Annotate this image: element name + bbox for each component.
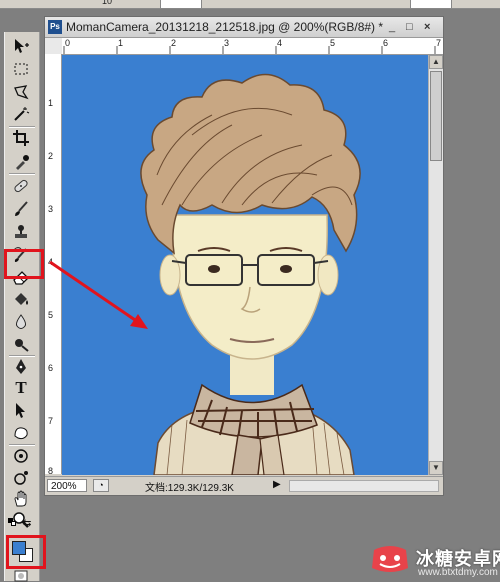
ruler-label: 2 bbox=[48, 151, 54, 161]
cartoon-portrait bbox=[140, 73, 361, 475]
horizontal-scrollbar[interactable] bbox=[289, 480, 439, 492]
color-highlight-box bbox=[6, 535, 46, 569]
options-field[interactable] bbox=[160, 0, 202, 9]
status-info-icon[interactable]: ◔ bbox=[93, 479, 109, 492]
type-tool[interactable]: T bbox=[9, 378, 33, 398]
ruler-label: 6 bbox=[383, 38, 389, 48]
horizontal-ruler[interactable]: 0 1 2 3 4 5 6 7 bbox=[62, 38, 443, 55]
ruler-label: 6 bbox=[48, 363, 54, 373]
scroll-thumb[interactable] bbox=[430, 71, 442, 161]
custom-shape-tool[interactable] bbox=[9, 423, 33, 443]
vertical-scrollbar[interactable]: ▲ ▼ bbox=[428, 55, 443, 475]
zoom-field[interactable]: 200% bbox=[47, 479, 87, 492]
lasso-icon bbox=[14, 85, 29, 100]
pen-icon bbox=[16, 359, 26, 374]
toolbox: T ⇆ bbox=[4, 32, 40, 582]
crop-icon bbox=[13, 130, 29, 146]
magic-wand-tool[interactable] bbox=[9, 104, 33, 124]
document-window: Ps MomanCamera_20131218_212518.jpg @ 200… bbox=[44, 16, 444, 496]
blur-tool[interactable] bbox=[9, 312, 33, 332]
eyedropper-3d-tool[interactable] bbox=[9, 468, 33, 488]
dodge-icon bbox=[15, 339, 29, 352]
vertical-ruler[interactable]: 1 2 3 4 5 6 7 8 bbox=[45, 54, 62, 476]
brush-tool[interactable] bbox=[9, 199, 33, 219]
crop-tool[interactable] bbox=[9, 128, 33, 148]
notes-tool[interactable] bbox=[9, 446, 33, 466]
options-value: 10 bbox=[102, 0, 113, 6]
status-bar: 200% ◔ 文档:129.3K/129.3K ▶ bbox=[45, 476, 443, 495]
document-title: MomanCamera_20131218_212518.jpg @ 200%(R… bbox=[66, 20, 384, 34]
image-canvas[interactable] bbox=[62, 55, 428, 475]
paint-bucket-tool[interactable] bbox=[9, 289, 33, 309]
options-bar: 10 bbox=[0, 0, 500, 9]
marquee-tool[interactable] bbox=[9, 59, 33, 79]
ruler-label: 5 bbox=[48, 310, 54, 320]
ruler-label: 0 bbox=[65, 38, 71, 48]
ruler-label: 4 bbox=[277, 38, 283, 48]
move-icon bbox=[15, 39, 29, 53]
ruler-label: 1 bbox=[118, 38, 124, 48]
quick-mask-icon bbox=[14, 570, 28, 582]
options-field-2[interactable] bbox=[410, 0, 452, 9]
close-button[interactable]: × bbox=[424, 21, 430, 33]
photoshop-icon: Ps bbox=[48, 20, 62, 34]
watermark-logo bbox=[372, 546, 408, 572]
scroll-down-icon[interactable]: ▼ bbox=[429, 461, 443, 475]
ruler-label: 4 bbox=[48, 257, 54, 267]
hand-icon bbox=[14, 490, 27, 507]
ruler-label: 8 bbox=[48, 466, 54, 476]
orbit-icon bbox=[14, 471, 28, 485]
path-selection-tool[interactable] bbox=[9, 400, 33, 420]
hand-tool[interactable] bbox=[9, 489, 33, 509]
ruler-label: 7 bbox=[48, 416, 54, 426]
ruler-label: 2 bbox=[171, 38, 177, 48]
ruler-origin[interactable] bbox=[45, 38, 63, 55]
eyedropper-icon bbox=[16, 155, 29, 170]
stamp-icon bbox=[15, 225, 27, 238]
rotate-3d-icon bbox=[14, 449, 28, 463]
magic-wand-icon bbox=[14, 107, 30, 121]
eyedropper-tool[interactable] bbox=[9, 152, 33, 172]
maximize-button[interactable]: □ bbox=[406, 21, 413, 33]
default-colors-icon[interactable] bbox=[8, 518, 16, 526]
clone-stamp-tool[interactable] bbox=[9, 222, 33, 242]
healing-brush-tool[interactable] bbox=[9, 176, 33, 196]
ruler-label: 5 bbox=[330, 38, 336, 48]
ruler-label: 3 bbox=[48, 204, 54, 214]
watermark-url: www.btxtdmy.com bbox=[418, 567, 498, 578]
scroll-up-icon[interactable]: ▲ bbox=[429, 55, 443, 69]
document-size: 文档:129.3K/129.3K bbox=[145, 483, 234, 494]
swap-colors-icon[interactable]: ⇆ bbox=[23, 518, 31, 529]
move-tool[interactable] bbox=[9, 36, 33, 56]
eraser-highlight-box bbox=[4, 249, 44, 279]
brush-icon bbox=[15, 201, 28, 216]
paint-bucket-icon bbox=[15, 293, 28, 305]
ruler-label: 7 bbox=[436, 38, 442, 48]
document-titlebar[interactable]: Ps MomanCamera_20131218_212518.jpg @ 200… bbox=[45, 17, 443, 38]
quick-mask-button[interactable] bbox=[9, 570, 33, 582]
shape-icon bbox=[14, 427, 28, 440]
ruler-label: 1 bbox=[48, 98, 54, 108]
dodge-tool[interactable] bbox=[9, 334, 33, 354]
type-icon: T bbox=[15, 378, 27, 397]
lasso-tool[interactable] bbox=[9, 82, 33, 102]
status-menu-arrow-icon[interactable]: ▶ bbox=[273, 479, 281, 490]
minimize-button[interactable]: _ bbox=[389, 21, 395, 33]
blur-drop-icon bbox=[16, 314, 26, 329]
marquee-icon bbox=[14, 63, 28, 75]
pen-tool[interactable] bbox=[9, 357, 33, 377]
ruler-label: 3 bbox=[224, 38, 230, 48]
bandage-icon bbox=[14, 179, 28, 193]
path-selection-icon bbox=[16, 403, 25, 418]
